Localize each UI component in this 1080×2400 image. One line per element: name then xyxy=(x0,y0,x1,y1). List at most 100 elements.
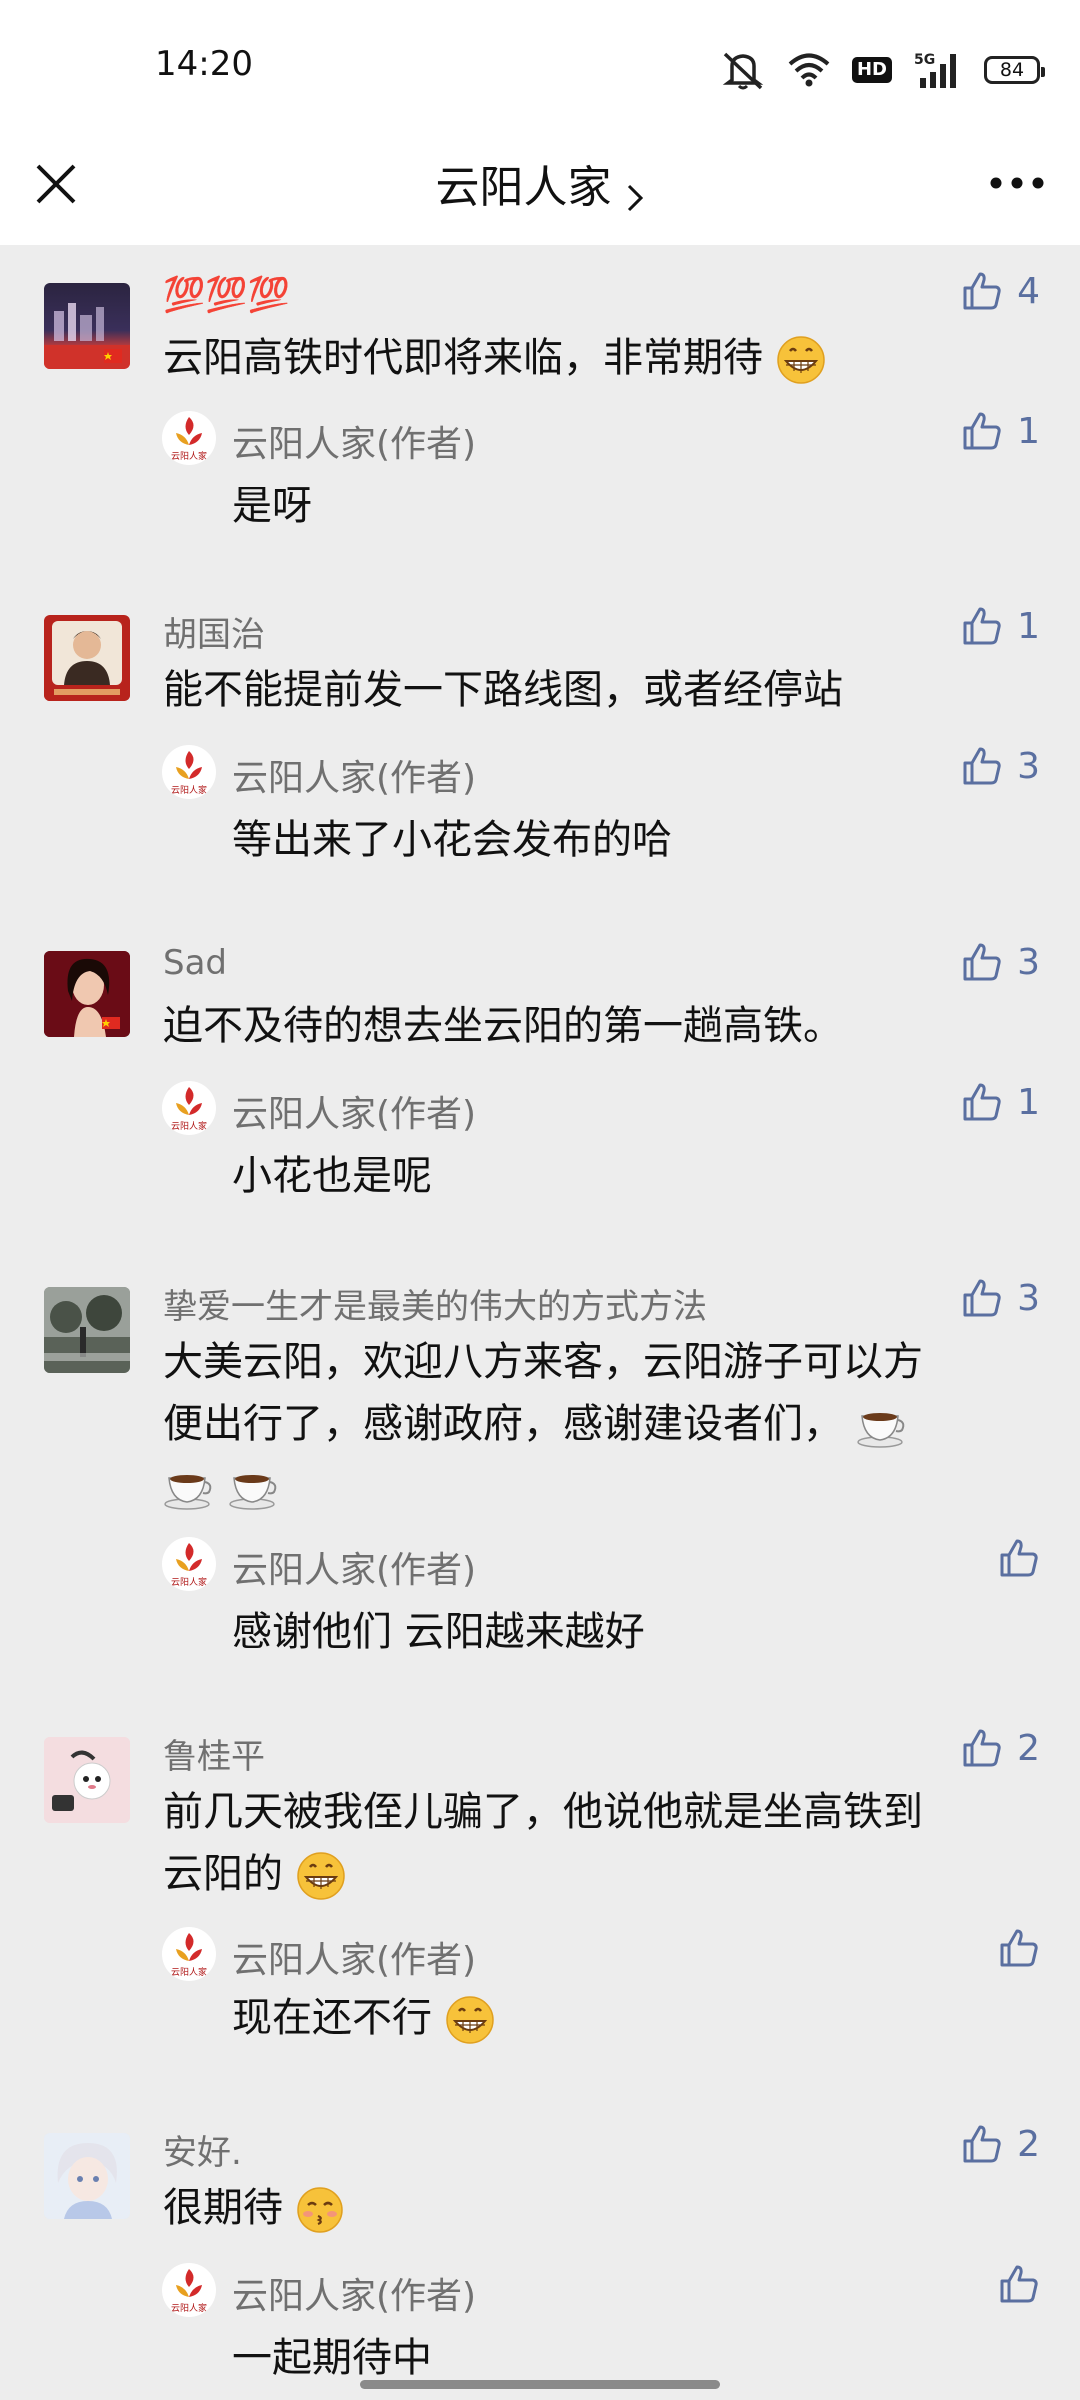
mute-icon xyxy=(722,52,764,90)
thumbs-up-icon xyxy=(1000,1929,1038,1967)
thumbs-up-icon xyxy=(963,1279,1001,1317)
more-icon[interactable] xyxy=(988,171,1046,195)
comment-text-content: 云阳的 xyxy=(163,1851,283,1897)
reply-text: 小花也是呢 xyxy=(232,1153,432,1199)
like-button[interactable]: 1 xyxy=(961,605,1040,647)
like-button[interactable]: 2 xyxy=(961,2123,1040,2165)
reply-author[interactable]: 云阳人家(作者) xyxy=(232,749,476,801)
comment-username[interactable]: 💯💯💯 xyxy=(163,275,290,315)
avatar[interactable] xyxy=(44,615,130,701)
author-avatar[interactable]: 云阳人家 xyxy=(162,1537,216,1591)
yunyang-logo-icon: 云阳人家 xyxy=(171,1933,207,1978)
page-title-button[interactable]: 云阳人家 xyxy=(0,151,1080,215)
svg-text:云阳人家: 云阳人家 xyxy=(171,1576,207,1588)
grin-emoji-icon xyxy=(776,336,825,384)
avatar[interactable] xyxy=(44,951,130,1037)
reply-text: 是呀 xyxy=(232,483,312,529)
avatar[interactable] xyxy=(44,283,130,369)
reply-like-button[interactable] xyxy=(998,1927,1040,1969)
avatar-image xyxy=(44,621,130,701)
svg-text:5G: 5G xyxy=(914,52,935,68)
reply-author[interactable]: 云阳人家(作者) xyxy=(232,2267,476,2319)
coffee-emoji-icon xyxy=(856,1413,905,1448)
thumbs-up-icon xyxy=(963,1083,1001,1121)
like-button[interactable]: 2 xyxy=(961,1727,1040,1769)
svg-text:云阳人家: 云阳人家 xyxy=(171,1120,207,1132)
like-count: 1 xyxy=(1017,1081,1040,1123)
thumbs-up-icon xyxy=(963,1729,1001,1767)
comment-text: 云阳高铁时代即将来临，非常期待 xyxy=(163,327,1013,389)
thumbs-up-icon xyxy=(963,2125,1001,2163)
comment-text: 迫不及待的想去坐云阳的第一趟高铁。 xyxy=(163,1003,843,1049)
avatar-image xyxy=(44,303,130,369)
grin-emoji-icon xyxy=(445,1996,494,2044)
reply-text: 感谢他们 云阳越来越好 xyxy=(232,1609,645,1655)
status-time: 14:20 xyxy=(155,44,253,84)
yunyang-logo-icon: 云阳人家 xyxy=(171,1087,207,1132)
yunyang-logo-icon: 云阳人家 xyxy=(171,417,207,462)
comment-username[interactable]: 鲁桂平 xyxy=(163,1729,265,1778)
reply-text-content: 现在还不行 xyxy=(232,1995,432,2041)
comment-text: 很期待 xyxy=(163,2177,1013,2239)
reply-like-button[interactable]: 1 xyxy=(961,410,1040,452)
title-bar: 云阳人家 xyxy=(0,135,1080,245)
coffee-emoji-icon xyxy=(228,1475,277,1510)
author-avatar[interactable]: 云阳人家 xyxy=(162,2263,216,2317)
kiss-emoji-icon xyxy=(296,2187,343,2233)
thumbs-up-icon xyxy=(963,943,1001,981)
avatar[interactable] xyxy=(44,2133,130,2219)
author-avatar[interactable]: 云阳人家 xyxy=(162,745,216,799)
comment-text-content: 很期待 xyxy=(163,2185,283,2231)
reply-text: 一起期待中 xyxy=(232,2335,432,2381)
avatar-image xyxy=(44,951,130,1037)
author-avatar[interactable]: 云阳人家 xyxy=(162,1927,216,1981)
like-count: 1 xyxy=(1017,605,1040,647)
home-indicator[interactable] xyxy=(360,2380,720,2389)
reply-like-button[interactable] xyxy=(998,2263,1040,2305)
avatar-image xyxy=(44,2133,130,2219)
like-count: 3 xyxy=(1017,745,1040,787)
yunyang-logo-icon: 云阳人家 xyxy=(171,751,207,796)
comment-username[interactable]: Sad xyxy=(163,943,227,983)
yunyang-logo-icon: 云阳人家 xyxy=(171,1543,207,1588)
comment-username[interactable]: 挚爱一生才是最美的伟大的方式方法 xyxy=(163,1279,707,1328)
reply-author[interactable]: 云阳人家(作者) xyxy=(232,1931,476,1983)
avatar-image xyxy=(44,1737,130,1823)
like-button[interactable]: 4 xyxy=(961,270,1040,312)
comment-text: 大美云阳，欢迎八方来客，云阳游子可以方 便出行了，感谢政府，感谢建设者们， xyxy=(163,1331,1013,1517)
thumbs-up-icon xyxy=(963,747,1001,785)
reply-like-button[interactable]: 3 xyxy=(961,745,1040,787)
comment-username[interactable]: 安好. xyxy=(163,2125,242,2174)
page-title: 云阳人家 xyxy=(435,162,612,213)
thumbs-up-icon xyxy=(1000,2265,1038,2303)
wifi-icon xyxy=(788,53,830,87)
comment-username[interactable]: 胡国治 xyxy=(163,607,265,656)
like-button[interactable]: 3 xyxy=(961,941,1040,983)
thumbs-up-icon xyxy=(963,272,1001,310)
reply-text: 等出来了小花会发布的哈 xyxy=(232,817,672,863)
like-count: 2 xyxy=(1017,2123,1040,2165)
author-avatar[interactable]: 云阳人家 xyxy=(162,1081,216,1135)
grin-emoji-icon xyxy=(296,1852,345,1900)
comment-text-content: 云阳高铁时代即将来临，非常期待 xyxy=(163,335,763,381)
avatar[interactable] xyxy=(44,1287,130,1373)
reply-author[interactable]: 云阳人家(作者) xyxy=(232,415,476,467)
reply-author[interactable]: 云阳人家(作者) xyxy=(232,1541,476,1593)
battery-icon: 84 xyxy=(984,56,1045,84)
author-avatar[interactable]: 云阳人家 xyxy=(162,411,216,465)
thumbs-up-icon xyxy=(1000,1539,1038,1577)
avatar[interactable] xyxy=(44,1737,130,1823)
chevron-right-icon xyxy=(627,184,643,211)
comment-text-line: 前几天被我侄儿骗了，他说他就是坐高铁到 xyxy=(163,1789,923,1835)
reply-text: 现在还不行 xyxy=(232,1985,495,2045)
thumbs-up-icon xyxy=(963,412,1001,450)
like-button[interactable]: 3 xyxy=(961,1277,1040,1319)
yunyang-logo-icon: 云阳人家 xyxy=(171,2269,207,2314)
comment-text-content: 便出行了，感谢政府，感谢建设者们， xyxy=(163,1401,843,1447)
reply-author[interactable]: 云阳人家(作者) xyxy=(232,1085,476,1137)
reply-like-button[interactable]: 1 xyxy=(961,1081,1040,1123)
reply-like-button[interactable] xyxy=(998,1537,1040,1579)
svg-text:云阳人家: 云阳人家 xyxy=(171,2302,207,2314)
comment-text-line: 云阳的 xyxy=(163,1843,1013,1905)
comment-text-line: 便出行了，感谢政府，感谢建设者们， xyxy=(163,1393,1013,1455)
